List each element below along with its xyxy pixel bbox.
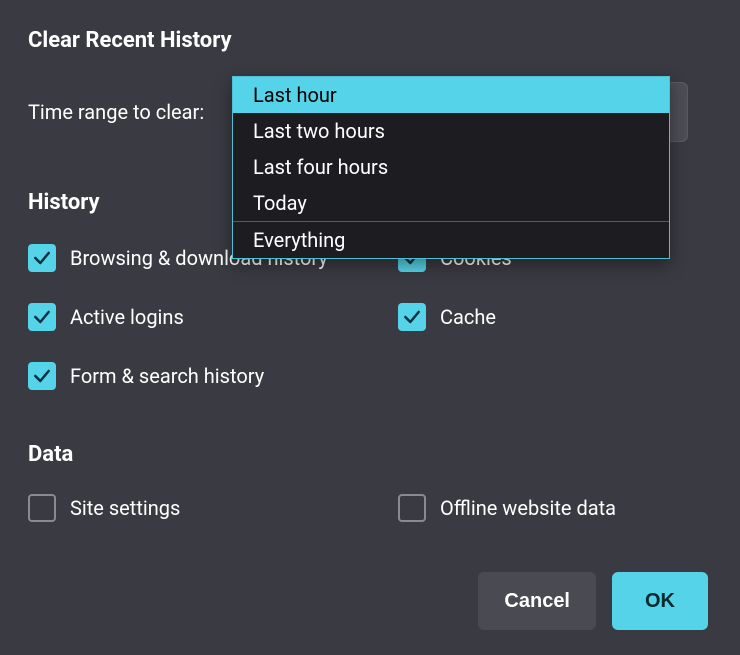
dialog-buttons: Cancel OK xyxy=(478,572,708,630)
checkbox-label-offline: Offline website data xyxy=(440,496,616,520)
checkbox-label-logins: Active logins xyxy=(70,305,184,329)
dropdown-option-last-four-hours[interactable]: Last four hours xyxy=(233,149,669,185)
section-title-data: Data xyxy=(28,442,73,467)
time-range-label: Time range to clear: xyxy=(28,100,204,124)
dropdown-option-last-two-hours[interactable]: Last two hours xyxy=(233,113,669,149)
checkbox-logins[interactable] xyxy=(28,303,56,331)
cancel-button[interactable]: Cancel xyxy=(478,572,596,630)
check-icon xyxy=(32,366,52,386)
time-range-row: Time range to clear: xyxy=(28,100,204,124)
checkbox-label-cache: Cache xyxy=(440,305,496,329)
section-title-history: History xyxy=(28,190,100,215)
checkbox-row-offline[interactable]: Offline website data xyxy=(398,494,616,522)
time-range-dropdown[interactable]: Last hour Last two hours Last four hours… xyxy=(232,76,670,259)
checkbox-browsing[interactable] xyxy=(28,244,56,272)
check-icon xyxy=(32,307,52,327)
dropdown-option-last-hour[interactable]: Last hour xyxy=(233,77,669,113)
checkbox-row-site[interactable]: Site settings xyxy=(28,494,180,522)
checkbox-row-logins[interactable]: Active logins xyxy=(28,303,184,331)
checkbox-site[interactable] xyxy=(28,494,56,522)
check-icon xyxy=(402,307,422,327)
checkbox-row-form[interactable]: Form & search history xyxy=(28,362,264,390)
ok-button[interactable]: OK xyxy=(612,572,708,630)
checkbox-cache[interactable] xyxy=(398,303,426,331)
dialog-title: Clear Recent History xyxy=(28,28,232,53)
checkbox-offline[interactable] xyxy=(398,494,426,522)
dropdown-option-today[interactable]: Today xyxy=(233,185,669,221)
check-icon xyxy=(32,248,52,268)
checkbox-label-form: Form & search history xyxy=(70,364,264,388)
checkbox-form[interactable] xyxy=(28,362,56,390)
dropdown-option-everything[interactable]: Everything xyxy=(233,222,669,258)
checkbox-row-cache[interactable]: Cache xyxy=(398,303,496,331)
checkbox-label-site: Site settings xyxy=(70,496,180,520)
